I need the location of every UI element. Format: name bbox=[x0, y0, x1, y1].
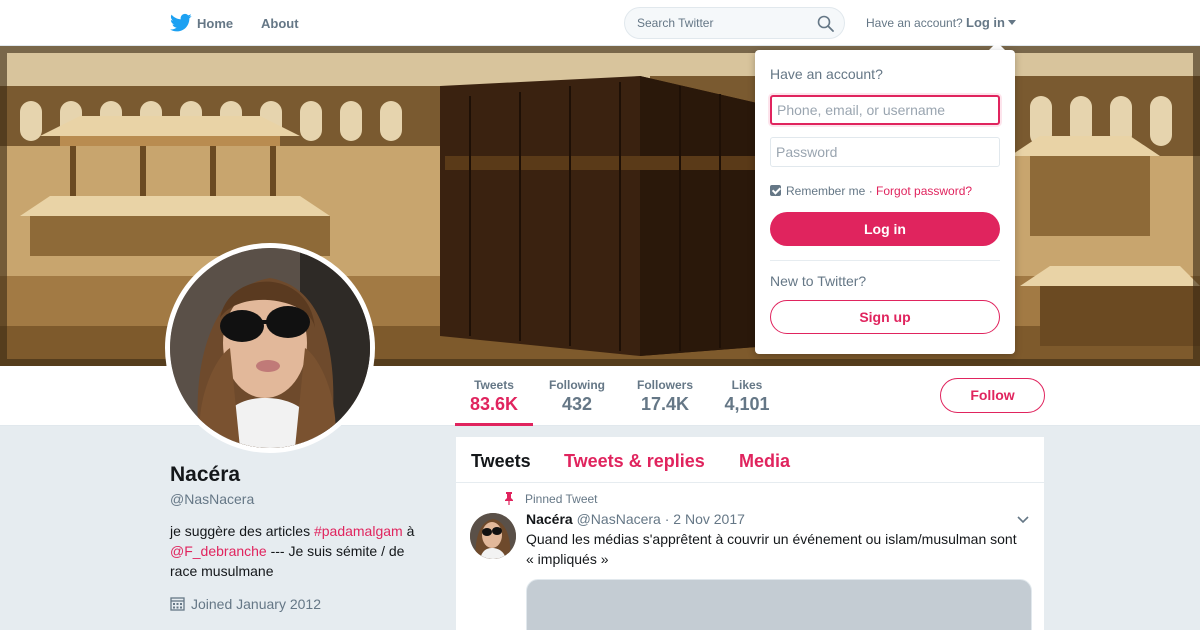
nav-home-link[interactable]: Home bbox=[197, 16, 233, 31]
login-dropdown-title: Have an account? bbox=[770, 66, 883, 82]
search-input[interactable]: Search Twitter bbox=[637, 16, 713, 30]
remember-me-row: Remember me · Forgot password? bbox=[770, 184, 972, 198]
stat-following-value: 432 bbox=[561, 394, 593, 414]
tab-tweets-replies[interactable]: Tweets & replies bbox=[564, 451, 705, 472]
stat-likes[interactable]: Likes 4,101 bbox=[722, 378, 772, 415]
profile-avatar[interactable] bbox=[165, 243, 375, 453]
bio-text-1: je suggère des articles bbox=[170, 523, 314, 539]
top-navigation-bar: Home About Search Twitter Have an accoun… bbox=[0, 0, 1200, 46]
have-account-label: Have an account? bbox=[866, 16, 963, 30]
timeline-tabs: Tweets Tweets & replies Media bbox=[456, 437, 1044, 483]
bio-mention-link[interactable]: @F_debranche bbox=[170, 543, 267, 559]
stat-likes-value: 4,101 bbox=[724, 394, 770, 414]
calendar-icon bbox=[170, 597, 185, 611]
follow-button[interactable]: Follow bbox=[940, 378, 1045, 413]
tweet-date[interactable]: 2 Nov 2017 bbox=[673, 511, 745, 527]
stat-following[interactable]: Following 432 bbox=[546, 378, 608, 415]
pinned-tweet-label: Pinned Tweet bbox=[525, 492, 598, 506]
profile-bio: je suggère des articles #padamalgam à @F… bbox=[170, 521, 430, 581]
bio-hashtag-link[interactable]: #padamalgam bbox=[314, 523, 403, 539]
search-icon[interactable] bbox=[817, 15, 834, 32]
stat-likes-label: Likes bbox=[731, 378, 763, 392]
login-dropdown: Have an account? Remember me · Forgot pa… bbox=[755, 50, 1015, 354]
nav-about-link[interactable]: About bbox=[261, 16, 299, 31]
new-to-twitter-label: New to Twitter? bbox=[770, 273, 867, 289]
profile-name: Nacéra bbox=[170, 463, 241, 486]
forgot-password-link[interactable]: Forgot password? bbox=[876, 184, 972, 198]
chevron-down-icon[interactable] bbox=[1017, 516, 1029, 524]
login-menu-button[interactable]: Log in bbox=[966, 15, 1005, 30]
remember-me-label[interactable]: Remember me bbox=[786, 184, 865, 198]
tweet-media[interactable] bbox=[526, 579, 1032, 630]
timeline-panel: Tweets Tweets & replies Media Pinned Twe… bbox=[456, 437, 1044, 630]
stat-tweets[interactable]: Tweets 83.6K bbox=[470, 378, 518, 415]
twitter-bird-icon[interactable] bbox=[170, 13, 192, 33]
stat-followers-value: 17.4K bbox=[640, 394, 690, 414]
password-field[interactable] bbox=[770, 137, 1000, 167]
caret-down-icon[interactable] bbox=[1008, 20, 1016, 25]
tweet-author-name[interactable]: Nacéra bbox=[526, 511, 573, 527]
stat-followers-label: Followers bbox=[636, 378, 693, 392]
tweet-author-handle[interactable]: @NasNacera bbox=[577, 511, 661, 527]
stat-following-label: Following bbox=[549, 378, 605, 392]
separator-dot: · bbox=[865, 184, 877, 198]
dropdown-arrow bbox=[989, 42, 1005, 50]
tweet-text: Quand les médias s'apprêtent à couvrir u… bbox=[526, 531, 1017, 567]
search-box[interactable]: Search Twitter bbox=[624, 7, 845, 39]
username-field[interactable] bbox=[770, 95, 1000, 125]
profile-handle[interactable]: @NasNacera bbox=[170, 491, 254, 507]
stat-tweets-value: 83.6K bbox=[470, 394, 519, 414]
pin-icon bbox=[505, 492, 513, 505]
tab-tweets[interactable]: Tweets bbox=[471, 451, 531, 472]
signup-button[interactable]: Sign up bbox=[770, 300, 1000, 334]
tweet-avatar[interactable] bbox=[470, 513, 516, 559]
remember-me-checkbox[interactable] bbox=[770, 185, 781, 196]
active-tab-underline bbox=[455, 423, 533, 426]
tab-media[interactable]: Media bbox=[739, 451, 790, 472]
joined-label: Joined January 2012 bbox=[191, 596, 321, 612]
login-button[interactable]: Log in bbox=[770, 212, 1000, 246]
dropdown-divider bbox=[770, 260, 1000, 261]
stat-tweets-label: Tweets bbox=[474, 378, 514, 392]
stat-followers[interactable]: Followers 17.4K bbox=[634, 378, 696, 415]
bio-text-2: à bbox=[402, 523, 415, 539]
tweet-header: Nacéra @NasNacera · 2 Nov 2017 bbox=[526, 511, 745, 527]
joined-date: Joined January 2012 bbox=[170, 596, 321, 612]
